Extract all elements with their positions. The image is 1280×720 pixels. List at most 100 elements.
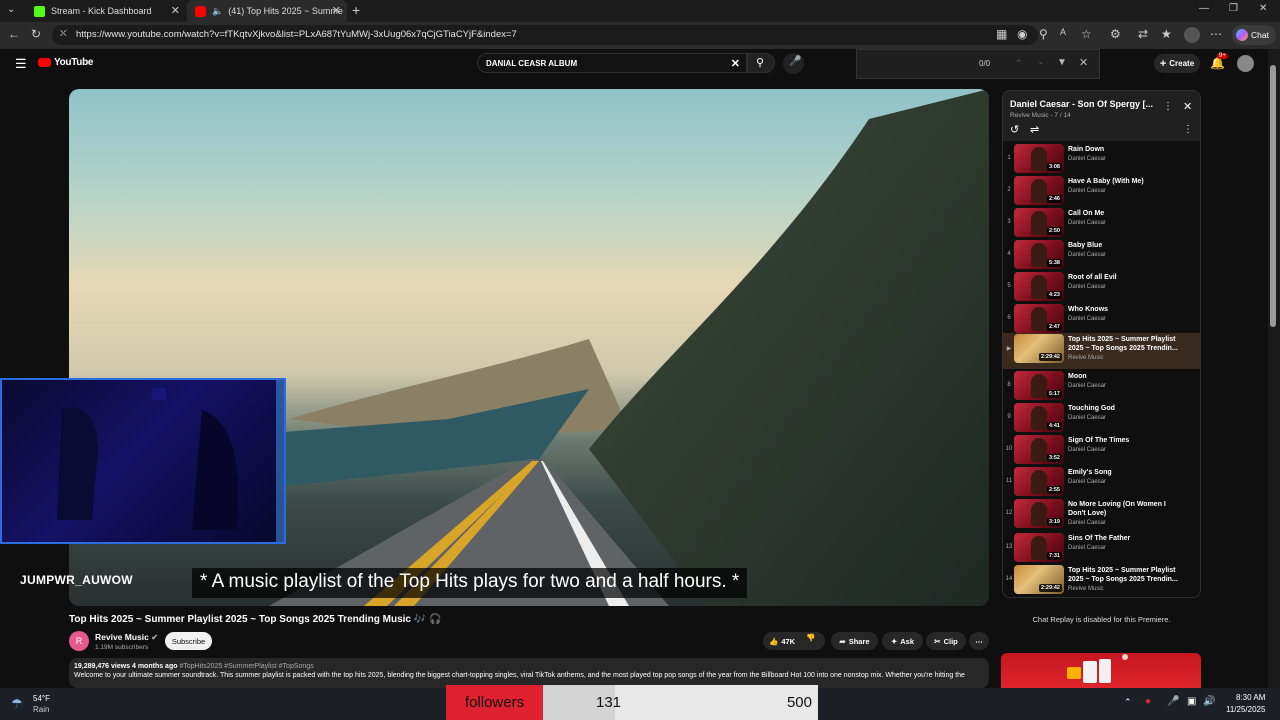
tab-kick-dashboard[interactable]: Stream - Kick Dashboard ✕: [26, 0, 186, 22]
like-button[interactable]: 👍 47K 👎: [763, 632, 825, 650]
zoom-icon[interactable]: ⚲: [1039, 27, 1048, 41]
playlist-item-number: 8: [1007, 382, 1011, 388]
playlist-item[interactable]: ▶ 2:29:42 Top Hits 2025 ~ Summer Playlist …: [1003, 333, 1200, 369]
scrollbar-thumb[interactable]: [1270, 65, 1276, 327]
tab-list-chevron-icon[interactable]: ⌄: [7, 4, 15, 15]
shuffle-icon[interactable]: ⇌: [1030, 123, 1039, 136]
playlist-item[interactable]: 9 4:41 Touching God Daniel Caesar: [1003, 402, 1200, 434]
speaker-icon[interactable]: 🔈: [212, 6, 223, 17]
clock-date[interactable]: 11/25/2025: [1226, 705, 1265, 714]
favorites-icon[interactable]: ★: [1161, 27, 1172, 41]
video-description[interactable]: 19,289,476 views 4 months ago #TopHits20…: [69, 658, 989, 688]
find-next-icon[interactable]: ⌄: [1037, 56, 1045, 67]
refresh-icon[interactable]: ↻: [31, 27, 41, 41]
more-menu-icon[interactable]: ⋯: [1210, 27, 1222, 41]
split-screen-icon[interactable]: ⇄: [1138, 27, 1148, 41]
voice-search-button[interactable]: 🎤: [783, 53, 804, 74]
playlist-item[interactable]: 10 3:52 Sign Of The Times Daniel Caesar: [1003, 434, 1200, 466]
network-icon[interactable]: ▣: [1187, 696, 1196, 707]
playlist-menu-icon[interactable]: ⋮: [1163, 101, 1173, 112]
playlist-item[interactable]: 4 5:38 Baby Blue Daniel Caesar: [1003, 239, 1200, 271]
playlist-item[interactable]: 2 2:46 Have A Baby (With Me) Daniel Caesar: [1003, 175, 1200, 207]
youtube-logo[interactable]: YouTube: [38, 57, 94, 68]
account-avatar[interactable]: [1237, 55, 1254, 72]
find-input[interactable]: [863, 55, 963, 73]
clip-label: Clip: [943, 636, 958, 646]
find-close-icon[interactable]: ✕: [1079, 56, 1088, 69]
tray-app-icon[interactable]: ●: [1145, 696, 1151, 707]
playlist-item[interactable]: 13 7:31 Sins Of The Father Daniel Caesar: [1003, 532, 1200, 564]
playlist-close-icon[interactable]: ✕: [1183, 100, 1192, 113]
playlist-more-icon[interactable]: ⋮: [1183, 124, 1193, 135]
playlist-item[interactable]: 3 2:50 Call On Me Daniel Caesar: [1003, 207, 1200, 239]
subscribe-button[interactable]: Subscribe: [165, 632, 212, 650]
tab-close-icon[interactable]: ✕: [171, 4, 180, 17]
followers-current: 131: [596, 694, 622, 711]
playlist-item[interactable]: 6 2:47 Who Knows Daniel Caesar: [1003, 303, 1200, 335]
like-count: 47K: [781, 636, 796, 646]
restore-icon[interactable]: ❐: [1229, 3, 1238, 14]
search-input[interactable]: DANIAL CEASR ALBUM ✕: [477, 53, 747, 73]
playlist-item-thumbnail: 3:08: [1014, 144, 1064, 173]
tab-youtube[interactable]: 🔈 (41) Top Hits 2025 ~ Summe ✕: [187, 0, 347, 22]
playlist-title[interactable]: Daniel Caesar - Son Of Spergy [...: [1010, 99, 1160, 109]
playlist-item[interactable]: 12 3:19 No More Loving (On Women I Don't L…: [1003, 498, 1200, 534]
create-button[interactable]: + Create: [1154, 54, 1200, 73]
weather-rain-icon[interactable]: ☂: [11, 696, 23, 712]
hamburger-menu-icon[interactable]: ☰: [15, 56, 27, 72]
site-info-icon[interactable]: ⛌: [60, 28, 67, 39]
playlist-item[interactable]: 8 5:17 Moon Daniel Caesar: [1003, 370, 1200, 402]
playlist-item-number: 3: [1007, 219, 1011, 225]
tray-chevron-icon[interactable]: ⌃: [1124, 697, 1132, 708]
playlist-panel: Daniel Caesar - Son Of Spergy [... Reviv…: [1002, 90, 1201, 598]
clip-button[interactable]: ✂ Clip: [926, 632, 966, 650]
channel-avatar[interactable]: R: [69, 631, 89, 651]
new-tab-button[interactable]: +: [352, 2, 360, 18]
search-button[interactable]: ⚲: [747, 53, 775, 73]
playlist-item-duration: 5:17: [1046, 390, 1062, 398]
volume-icon[interactable]: 🔊: [1203, 696, 1215, 707]
window-close-icon[interactable]: ✕: [1259, 3, 1267, 14]
playlist-item-channel: Daniel Caesar: [1068, 383, 1107, 389]
playlist-item[interactable]: 14 2:29:42 Top Hits 2025 ~ Summer Playlist…: [1003, 564, 1200, 596]
playlist-item[interactable]: 1 3:08 Rain Down Daniel Caesar: [1003, 143, 1200, 175]
channel-name[interactable]: Revive Music ✔: [95, 632, 158, 642]
find-filter-icon[interactable]: ▼: [1057, 57, 1067, 68]
clock-time[interactable]: 8:30 AM: [1236, 693, 1265, 702]
playlist-item-thumbnail: 3:52: [1014, 435, 1064, 464]
apps-icon[interactable]: ▦: [996, 27, 1007, 41]
favorite-star-icon[interactable]: ☆: [1081, 27, 1092, 41]
find-prev-icon[interactable]: ⌃: [1015, 58, 1023, 69]
microphone-tray-icon[interactable]: 🎤: [1167, 696, 1179, 707]
url-field[interactable]: ⛌ https://www.youtube.com/watch?v=fTKqtv…: [52, 25, 1038, 45]
more-actions-button[interactable]: ⋯: [969, 632, 989, 650]
playlist-item-thumbnail: 4:41: [1014, 403, 1064, 432]
hashtags[interactable]: #TopHits2025 #SummerPlaylist #TopSongs: [179, 663, 313, 670]
views-and-date: 19,289,476 views 4 months ago: [74, 663, 178, 670]
ask-button[interactable]: ✦ Ask: [882, 632, 923, 650]
playlist-item-title: Sins Of The Father: [1068, 535, 1131, 542]
tab-close-icon[interactable]: ✕: [332, 4, 341, 17]
clear-search-icon[interactable]: ✕: [731, 57, 740, 70]
loop-icon[interactable]: ↺: [1010, 123, 1019, 136]
read-aloud-icon[interactable]: A: [1060, 27, 1066, 37]
ad-banner[interactable]: [1001, 653, 1201, 689]
playlist-item-thumbnail: 5:38: [1014, 240, 1064, 269]
page-scrollbar[interactable]: [1268, 49, 1280, 689]
minimize-icon[interactable]: —: [1199, 3, 1209, 14]
more-dots-icon: ⋯: [975, 636, 983, 646]
playlist-item[interactable]: 11 2:55 Emily's Song Daniel Caesar: [1003, 466, 1200, 498]
playlist-item-duration: 3:52: [1046, 454, 1062, 462]
playlist-item-number: 10: [1005, 446, 1013, 452]
extension-icon[interactable]: ◉: [1017, 27, 1027, 41]
copilot-chat-button[interactable]: Chat: [1232, 25, 1276, 45]
playlist-item-channel: Daniel Caesar: [1068, 415, 1107, 421]
back-icon[interactable]: ←: [8, 27, 20, 41]
thumbs-down-icon[interactable]: 👎: [806, 633, 815, 642]
share-button[interactable]: ➦ Share: [831, 632, 878, 650]
find-in-page-bar: 0/0 ⌃ ⌄ ▼ ✕: [856, 49, 1100, 79]
followers-goal: 500: [786, 694, 812, 711]
profile-avatar[interactable]: [1184, 27, 1200, 43]
extensions-puzzle-icon[interactable]: ⚙: [1110, 27, 1121, 41]
playlist-item[interactable]: 5 4:23 Root of all Evil Daniel Caesar: [1003, 271, 1200, 303]
